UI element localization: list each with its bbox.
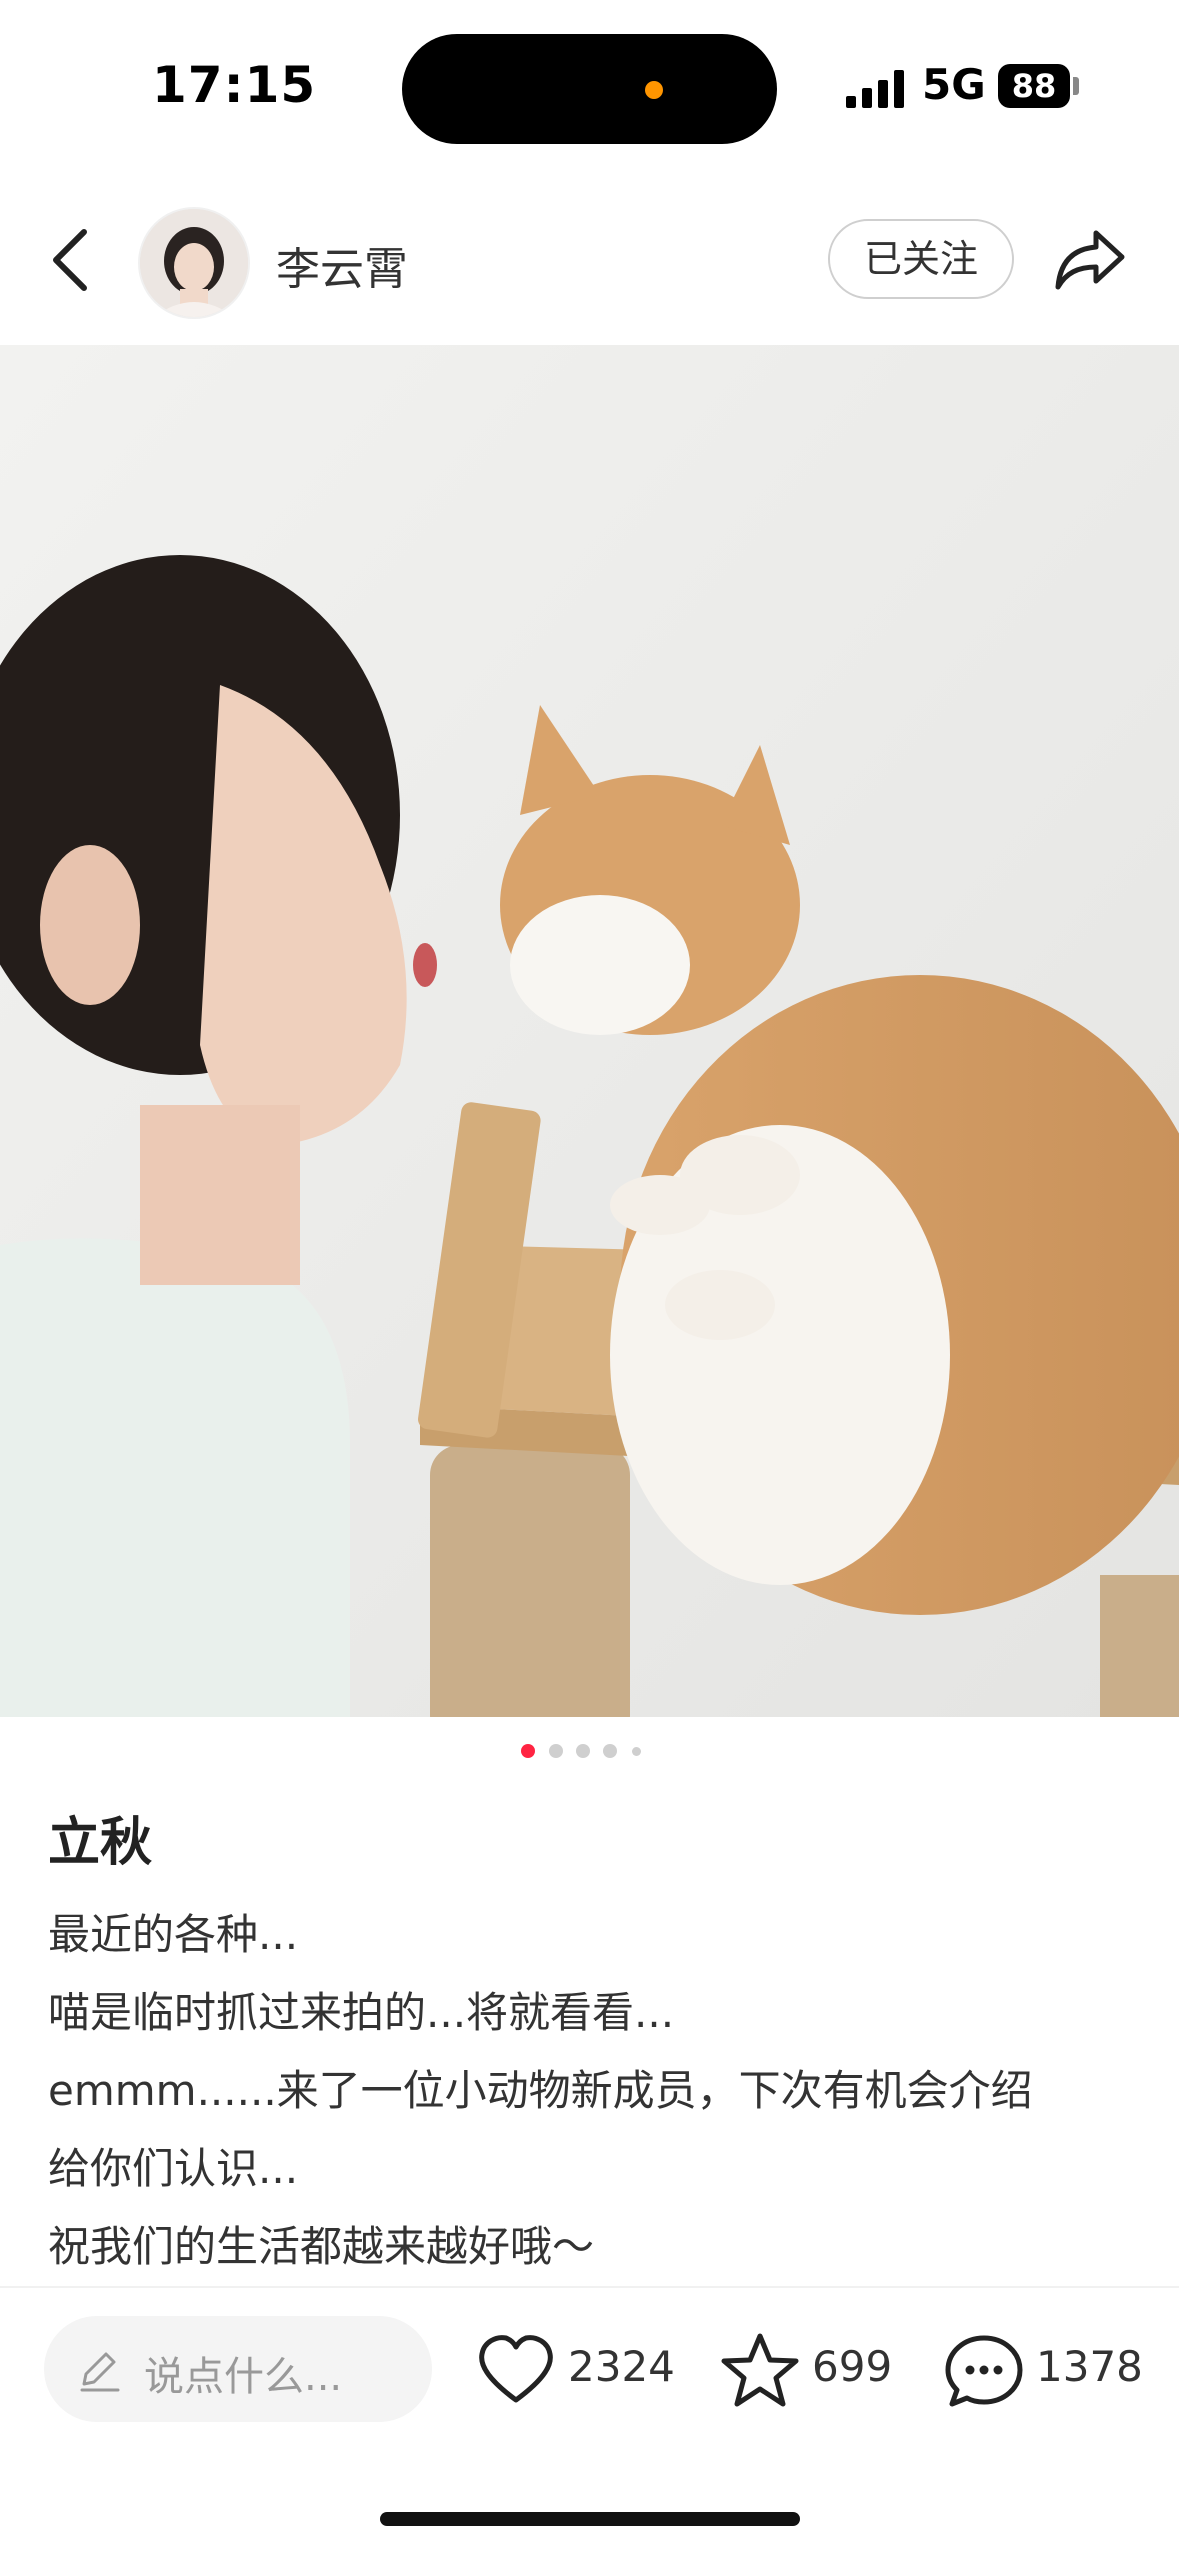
dynamic-island	[402, 34, 777, 144]
back-button[interactable]	[38, 220, 108, 300]
favorite-count: 699	[812, 2342, 893, 2391]
home-indicator[interactable]	[380, 2512, 800, 2526]
like-count: 2324	[568, 2342, 675, 2391]
comment-bubble-icon	[945, 2335, 1023, 2407]
post-line: 喵是临时抓过来拍的...将就看看...	[48, 1988, 675, 2037]
carousel-dot	[603, 1744, 617, 1758]
avatar-image	[140, 209, 248, 317]
status-time: 17:15	[152, 56, 317, 114]
post-line: 最近的各种...	[48, 1910, 299, 1959]
post-header: 李云霄 已关注	[0, 195, 1179, 325]
post-photo	[0, 345, 1179, 1717]
comment-button[interactable]: 1378	[944, 2324, 1144, 2414]
post-line: emmm......来了一位小动物新成员，下次有机会介绍	[48, 2066, 1033, 2115]
battery-icon: 88	[998, 64, 1070, 108]
carousel-dot-active	[521, 1744, 535, 1758]
comment-placeholder: 说点什么...	[144, 2354, 343, 2400]
post-body: 最近的各种... 喵是临时抓过来拍的...将就看看... emmm......来…	[48, 1896, 1148, 2286]
post-image-carousel[interactable]	[0, 345, 1179, 1717]
battery-cap	[1073, 77, 1079, 95]
carousel-dot	[632, 1747, 641, 1756]
pencil-icon	[80, 2352, 120, 2392]
share-button[interactable]	[1052, 223, 1128, 295]
heart-icon	[479, 2335, 553, 2403]
follow-button[interactable]: 已关注	[828, 219, 1014, 299]
star-icon	[721, 2333, 799, 2407]
like-button[interactable]: 2324	[476, 2324, 676, 2414]
author-avatar[interactable]	[138, 207, 250, 319]
favorite-button[interactable]: 699	[720, 2324, 910, 2414]
author-name[interactable]: 李云霄	[276, 233, 408, 297]
battery-level: 88	[1011, 67, 1057, 105]
network-type: 5G	[922, 60, 986, 109]
post-line: 祝我们的生活都越来越好哦～	[48, 2222, 595, 2271]
share-arrow-icon	[1055, 230, 1125, 290]
status-bar: 17:15 5G 88	[0, 0, 1179, 170]
post-line: 给你们认识...	[48, 2144, 299, 2193]
carousel-dot	[576, 1744, 590, 1758]
carousel-indicator	[0, 1744, 1179, 1764]
signal-strength-icon	[846, 70, 904, 108]
carousel-dot	[549, 1744, 563, 1758]
divider	[0, 2286, 1179, 2288]
comment-count: 1378	[1036, 2342, 1143, 2391]
comment-input[interactable]: 说点什么...	[44, 2316, 432, 2422]
post-title: 立秋	[48, 1813, 153, 1873]
privacy-indicator-dot	[645, 81, 663, 99]
chevron-left-icon	[53, 229, 87, 291]
